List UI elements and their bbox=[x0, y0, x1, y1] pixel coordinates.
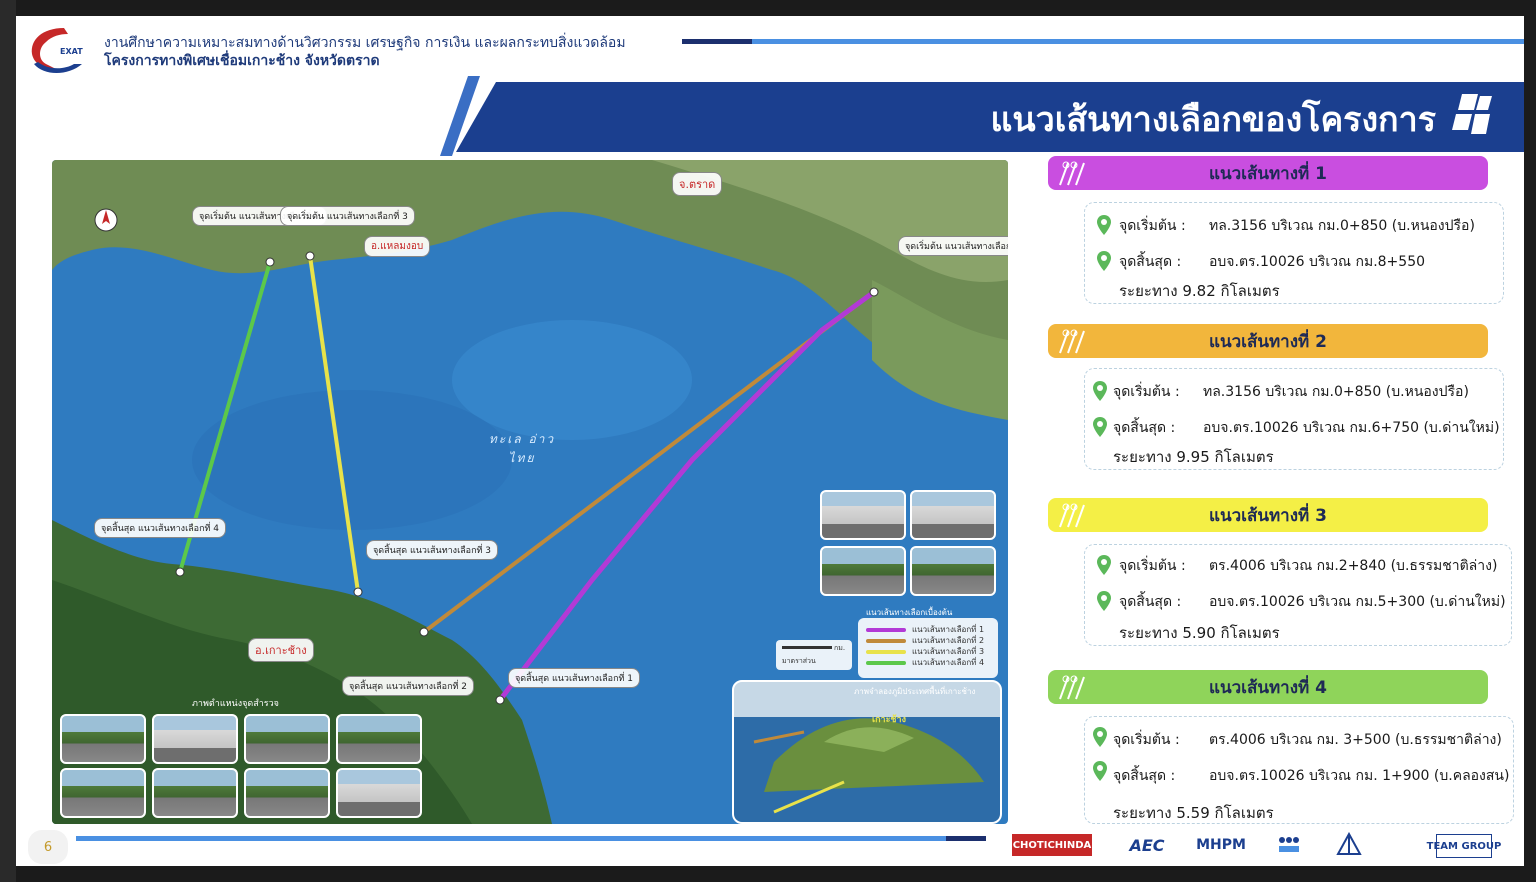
exat-logo-icon: EXAT bbox=[31, 28, 83, 73]
page-number: 6 bbox=[28, 830, 68, 864]
road-icon bbox=[1059, 503, 1085, 528]
legend-item: แนวเส้นทางเลือกที่ 4 bbox=[858, 657, 998, 668]
start-value: ทล.3156 บริเวณ กม.0+850 (บ.หนองปรือ) bbox=[1209, 218, 1475, 234]
location-pin-icon bbox=[1097, 251, 1111, 271]
legend-swatch bbox=[866, 649, 906, 654]
sea-label: ทะเล อ่าวไทย bbox=[488, 432, 556, 465]
survey-photo bbox=[244, 714, 330, 764]
start-value: ตร.4006 บริเวณ กม. 3+500 (บ.ธรรมชาติล่าง… bbox=[1209, 732, 1502, 748]
start-label: จุดเริ่มต้น : bbox=[1119, 558, 1186, 574]
header-project-name: โครงการทางพิเศษเชื่อมเกาะช้าง จังหวัดตรา… bbox=[104, 53, 380, 69]
survey-photo bbox=[336, 768, 422, 818]
road-icon bbox=[1059, 675, 1085, 700]
header-stripe bbox=[752, 39, 1524, 44]
end-label: จุดสิ้นสุด : bbox=[1113, 420, 1176, 436]
end-value: อบจ.ตร.10026 บริเวณ กม.8+550 bbox=[1209, 254, 1426, 270]
route-1-header: แนวเส้นทางที่ 1 bbox=[1048, 156, 1488, 190]
route-2-details: จุดเริ่มต้น : ทล.3156 บริเวณ กม.0+850 (บ… bbox=[1084, 368, 1504, 470]
survey-photo bbox=[910, 490, 996, 540]
terrain-3d-inset: เกาะช้าง bbox=[732, 680, 1002, 824]
footer-stripe bbox=[946, 836, 986, 841]
road-icon bbox=[1059, 329, 1085, 354]
survey-photo bbox=[152, 714, 238, 764]
window-left-edge bbox=[0, 0, 16, 882]
legend-swatch bbox=[866, 660, 906, 665]
legend-swatch bbox=[866, 627, 906, 632]
survey-photo bbox=[60, 714, 146, 764]
partner-logo-mhpm: MHPM bbox=[1196, 837, 1246, 853]
route-4-header: แนวเส้นทางที่ 4 bbox=[1048, 670, 1488, 704]
end-value: อบจ.ตร.10026 บริเวณ กม.5+300 (บ.ด่านใหม่… bbox=[1209, 594, 1506, 610]
location-pin-icon bbox=[1093, 761, 1107, 781]
survey-photo bbox=[336, 714, 422, 764]
route-4-details: จุดเริ่มต้น : ตร.4006 บริเวณ กม. 3+500 (… bbox=[1084, 716, 1514, 824]
partner-logo-icon bbox=[1336, 832, 1362, 855]
location-pin-icon bbox=[1097, 591, 1111, 611]
slide-title: แนวเส้นทางเลือกของโครงการ bbox=[990, 100, 1436, 140]
grid-logo-icon bbox=[1452, 94, 1492, 134]
location-pin-icon bbox=[1097, 555, 1111, 575]
scale-unit: กม. bbox=[834, 644, 846, 652]
route-distance: ระยะทาง 9.95 กิโลเมตร bbox=[1113, 448, 1274, 466]
legend-swatch bbox=[866, 638, 906, 643]
route-title: แนวเส้นทางที่ 3 bbox=[1209, 505, 1327, 526]
end-value: อบจ.ตร.10026 บริเวณ กม.6+750 (บ.ด่านใหม่… bbox=[1203, 420, 1500, 436]
partner-logo-aec: AEC bbox=[1129, 835, 1165, 855]
start-label: จุดเริ่มต้น : bbox=[1119, 218, 1186, 234]
survey-photo bbox=[820, 546, 906, 596]
location-pin-icon bbox=[1093, 381, 1107, 401]
partner-logo-team-group: TEAM GROUP bbox=[1427, 834, 1501, 858]
end-callout-route-4: จุดสิ้นสุด แนวเส้นทางเลือกที่ 4 bbox=[94, 518, 227, 538]
place-label-laem-ngop: อ.แหลมงอบ bbox=[364, 236, 431, 257]
presentation-slide: EXAT งานศึกษาความเหมาะสมทางด้านวิศวกรรม … bbox=[16, 16, 1524, 866]
partner-logo-icon bbox=[1279, 837, 1299, 852]
header-stripe bbox=[682, 39, 752, 44]
inset-island-label: เกาะช้าง bbox=[872, 715, 906, 725]
survey-photo bbox=[910, 546, 996, 596]
scale-bar: กม. มาตราส่วน bbox=[776, 640, 852, 670]
location-pin-icon bbox=[1097, 215, 1111, 235]
start-label: จุดเริ่มต้น : bbox=[1113, 384, 1180, 400]
end-label: จุดสิ้นสุด : bbox=[1119, 254, 1182, 270]
survey-photo bbox=[820, 490, 906, 540]
end-callout-route-3: จุดสิ้นสุด แนวเส้นทางเลือกที่ 3 bbox=[366, 540, 499, 560]
route-3-details: จุดเริ่มต้น : ตร.4006 บริเวณ กม.2+840 (บ… bbox=[1084, 544, 1512, 646]
route-title: แนวเส้นทางที่ 4 bbox=[1209, 677, 1327, 698]
terrain-inset-caption: ภาพจำลองภูมิประเทศพื้นที่เกาะช้าง bbox=[854, 687, 976, 696]
location-pin-icon bbox=[1093, 417, 1107, 437]
survey-photo bbox=[152, 768, 238, 818]
place-label-trat: จ.ตราด bbox=[672, 172, 723, 196]
legend-label: แนวเส้นทางเลือกที่ 4 bbox=[912, 658, 985, 667]
svg-text:EXAT: EXAT bbox=[60, 47, 83, 56]
survey-photos-caption: ภาพตำแหน่งจุดสำรวจ bbox=[192, 699, 279, 709]
route-3-header: แนวเส้นทางที่ 3 bbox=[1048, 498, 1488, 532]
route-2-header: แนวเส้นทางที่ 2 bbox=[1048, 324, 1488, 358]
route-distance: ระยะทาง 5.59 กิโลเมตร bbox=[1113, 804, 1274, 822]
route-title: แนวเส้นทางที่ 1 bbox=[1209, 163, 1327, 184]
place-label-ko-chang: อ.เกาะช้าง bbox=[248, 638, 314, 662]
map-legend: แนวเส้นทางเลือกที่ 1 แนวเส้นทางเลือกที่ … bbox=[858, 618, 998, 678]
survey-photo bbox=[60, 768, 146, 818]
partner-logo-chotichinda: CHOTICHINDA bbox=[1012, 834, 1092, 856]
route-map: จุดเริ่มต้น แนวเส้นทางเลือกที่ 4 จุดเริ่… bbox=[52, 160, 1008, 824]
start-callout-route-1-2: จุดเริ่มต้น แนวเส้นทางเลือกที่ 1,2 bbox=[898, 236, 1008, 256]
location-pin-icon bbox=[1093, 727, 1107, 747]
survey-photo bbox=[244, 768, 330, 818]
route-distance: ระยะทาง 9.82 กิโลเมตร bbox=[1119, 282, 1280, 300]
route-distance: ระยะทาง 5.90 กิโลเมตร bbox=[1119, 624, 1280, 642]
end-callout-route-2: จุดสิ้นสุด แนวเส้นทางเลือกที่ 2 bbox=[342, 676, 475, 696]
start-value: ทล.3156 บริเวณ กม.0+850 (บ.หนองปรือ) bbox=[1203, 384, 1469, 400]
start-callout-route-3: จุดเริ่มต้น แนวเส้นทางเลือกที่ 3 bbox=[280, 206, 415, 226]
route-1-details: จุดเริ่มต้น : ทล.3156 บริเวณ กม.0+850 (บ… bbox=[1084, 202, 1504, 304]
scale-label: มาตราส่วน bbox=[782, 657, 816, 665]
end-label: จุดสิ้นสุด : bbox=[1119, 594, 1182, 610]
end-label: จุดสิ้นสุด : bbox=[1113, 768, 1176, 784]
end-value: อบจ.ตร.10026 บริเวณ กม. 1+900 (บ.คลองสน) bbox=[1209, 768, 1510, 784]
start-value: ตร.4006 บริเวณ กม.2+840 (บ.ธรรมชาติล่าง) bbox=[1209, 558, 1498, 574]
end-callout-route-1: จุดสิ้นสุด แนวเส้นทางเลือกที่ 1 bbox=[508, 668, 641, 688]
start-label: จุดเริ่มต้น : bbox=[1113, 732, 1180, 748]
road-icon bbox=[1059, 161, 1085, 186]
footer-stripe bbox=[76, 836, 946, 841]
route-title: แนวเส้นทางที่ 2 bbox=[1209, 331, 1327, 352]
